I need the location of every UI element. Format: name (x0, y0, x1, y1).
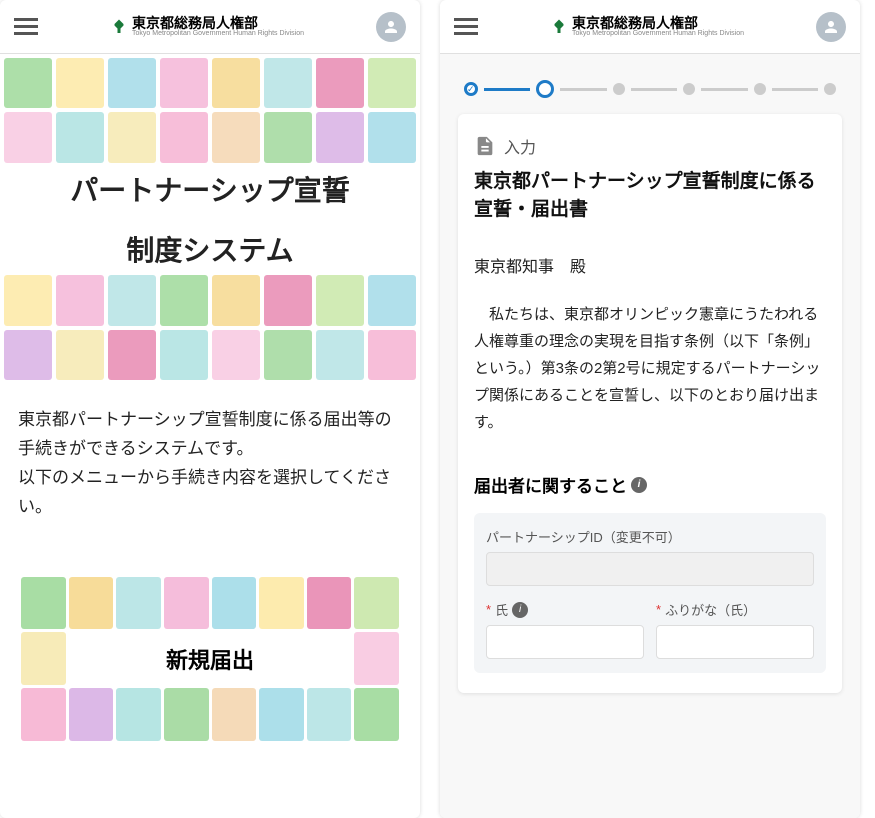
step-3 (613, 83, 625, 95)
info-icon[interactable]: i (631, 477, 647, 493)
form-heading: 入力 (504, 134, 536, 158)
menu-new-label: 新規届出 (18, 574, 402, 744)
document-icon (474, 135, 496, 157)
required-mark: * (486, 602, 491, 617)
user-icon (822, 18, 840, 36)
brand: 東京都総務局人権部 Tokyo Metropolitan Government … (550, 16, 744, 37)
info-icon[interactable]: i (512, 602, 528, 618)
menu-icon[interactable] (14, 18, 38, 35)
desc-line1: 東京都パートナーシップ宣誓制度に係る届出等の手続きができるシステムです。 (18, 410, 392, 458)
header: 東京都総務局人権部 Tokyo Metropolitan Government … (440, 0, 860, 54)
form-card: 入力 東京都パートナーシップ宣誓制度に係る宣誓・届出書 東京都知事 殿 私たちは… (458, 114, 842, 693)
brand-subtitle: Tokyo Metropolitan Government Human Righ… (572, 30, 744, 37)
section-title: 届出者に関すること i (474, 472, 826, 497)
hero-banner: パートナーシップ宣誓 制度システム (0, 54, 420, 384)
new-submission-button[interactable]: 新規届出 (18, 574, 402, 744)
header: 東京都総務局人権部 Tokyo Metropolitan Government … (0, 0, 420, 54)
step-2-active (536, 80, 554, 98)
right-screen: 東京都総務局人権部 Tokyo Metropolitan Government … (440, 0, 860, 818)
surname-kana-label: ふりがな（氏） (665, 600, 756, 619)
declaration-text: 私たちは、東京都オリンピック憲章にうたわれる人権尊重の理念の実現を目指す条例（以… (474, 301, 826, 436)
surname-label: 氏 (495, 600, 508, 619)
brand: 東京都総務局人権部 Tokyo Metropolitan Government … (110, 16, 304, 37)
avatar[interactable] (376, 12, 406, 42)
description: 東京都パートナーシップ宣誓制度に係る届出等の手続きができるシステムです。 以下の… (0, 384, 420, 544)
progress-stepper (458, 70, 842, 114)
left-screen: 東京都総務局人権部 Tokyo Metropolitan Government … (0, 0, 420, 818)
step-6 (824, 83, 836, 95)
required-mark: * (656, 602, 661, 617)
avatar[interactable] (816, 12, 846, 42)
brand-logo-icon (110, 18, 128, 36)
form-title: 東京都パートナーシップ宣誓制度に係る宣誓・届出書 (474, 168, 826, 223)
brand-name: 東京都総務局人権部 (132, 16, 258, 30)
hero-title-line1: パートナーシップ宣誓 (0, 167, 420, 211)
pid-input (486, 552, 814, 586)
brand-name: 東京都総務局人権部 (572, 16, 698, 30)
step-4 (683, 83, 695, 95)
section-title-text: 届出者に関すること (474, 472, 627, 497)
brand-subtitle: Tokyo Metropolitan Government Human Righ… (132, 30, 304, 37)
hero-title-line2: 制度システム (0, 227, 420, 271)
user-icon (382, 18, 400, 36)
desc-line2: 以下のメニューから手続き内容を選択してください。 (18, 468, 391, 516)
surname-kana-input[interactable] (656, 625, 814, 659)
step-1-done (464, 82, 478, 96)
pid-label: パートナーシップID（変更不可） (486, 527, 814, 546)
menu-icon[interactable] (454, 18, 478, 35)
brand-logo-icon (550, 18, 568, 36)
fields-panel: パートナーシップID（変更不可） * 氏 i (474, 513, 826, 673)
addressee: 東京都知事 殿 (474, 253, 826, 277)
surname-input[interactable] (486, 625, 644, 659)
step-5 (754, 83, 766, 95)
